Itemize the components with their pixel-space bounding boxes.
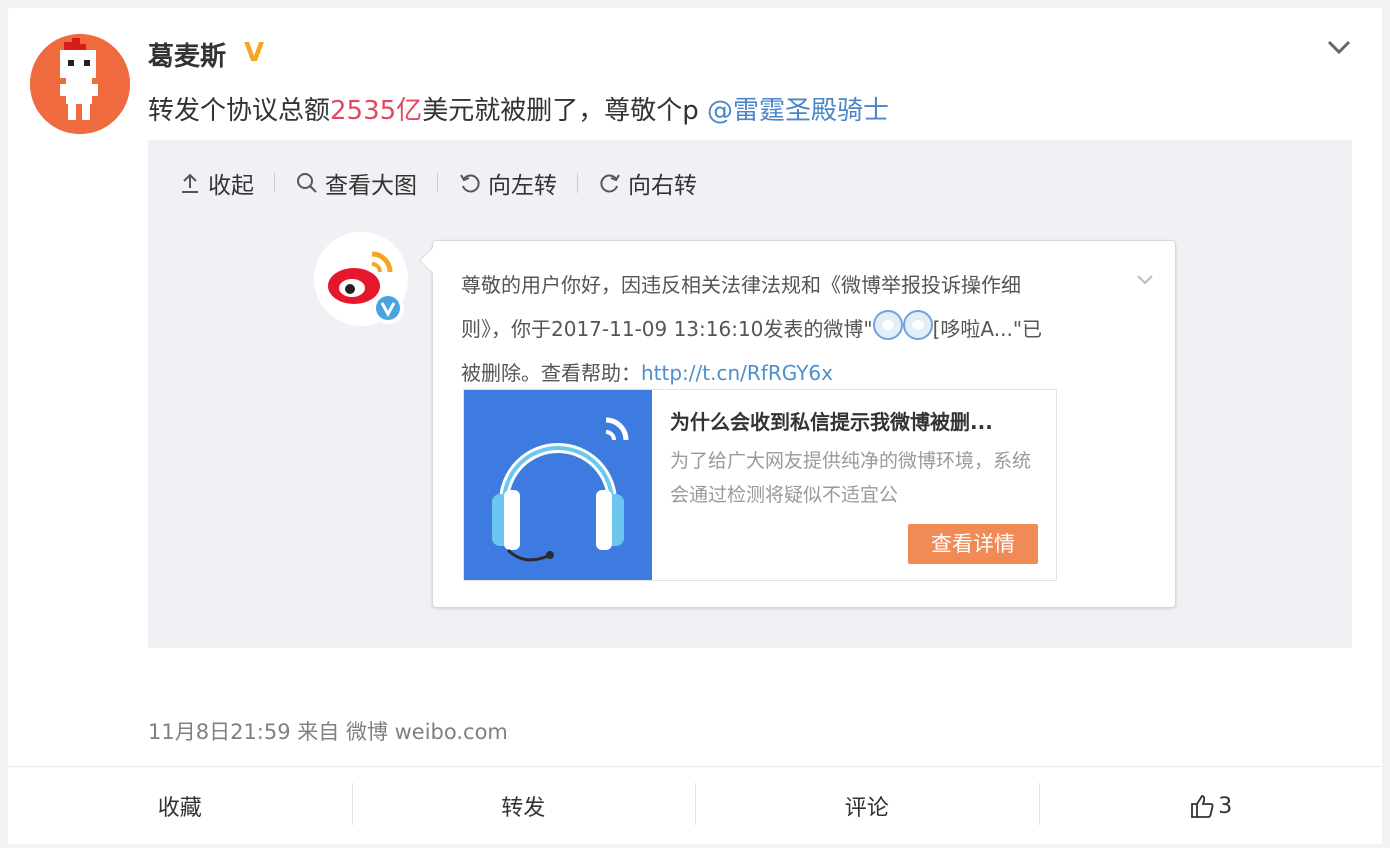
rotate-right-button[interactable]: 向右转 [598, 166, 697, 200]
chevron-down-icon [1137, 275, 1153, 285]
card-thumbnail [464, 390, 652, 580]
help-link-card: 为什么会收到私信提示我微博被删... 为了给广大网友提供纯净的微博环境，系统会通… [463, 389, 1057, 581]
message-bubble: 尊敬的用户你好，因违反相关法律法规和《微博举报投诉操作细 则》，你于2017-1… [419, 240, 1176, 608]
like-count: 3 [1218, 793, 1233, 819]
image-toolbar: 收起 查看大图 向左转 向右转 [178, 166, 697, 200]
help-link: http://t.cn/RfRGY6x [641, 361, 833, 385]
amount-highlight: 2535亿 [330, 96, 423, 126]
headset-icon [492, 417, 629, 562]
image-viewer: 收起 查看大图 向左转 向右转 尊敬的用户你好，因违反相关法律法规和《微博举报投… [148, 140, 1352, 648]
rotate-left-icon [460, 174, 480, 193]
favorite-label: 收藏 [157, 796, 202, 821]
bubble-tail [419, 247, 446, 274]
post-action-bar: 收藏 转发 评论 3 [8, 766, 1382, 845]
post-text: 转发个协议总额2535亿美元就被删了，尊敬个p @雷霆圣殿骑士 [148, 90, 889, 127]
verified-badge-icon [372, 292, 404, 324]
card-title: 为什么会收到私信提示我微博被删... [670, 410, 993, 434]
card-description: 为了给广大网友提供纯净的微博环境，系统会通过检测将疑似不适宜公 [670, 450, 1032, 506]
collapse-label: 收起 [208, 173, 254, 199]
repost-label: 转发 [501, 796, 546, 821]
vip-badge: V [244, 38, 265, 68]
view-large-label: 查看大图 [325, 173, 417, 199]
notice-line: 尊敬的用户你好，因违反相关法律法规和《微博举报投诉操作细 [461, 273, 1021, 297]
favorite-button[interactable]: 收藏 [8, 767, 352, 845]
repost-button[interactable]: 转发 [351, 767, 696, 845]
rotate-left-label: 向左转 [488, 173, 557, 199]
rotate-right-icon [600, 174, 620, 193]
doraemon-emoji-icon [872, 310, 903, 340]
comment-label: 评论 [844, 796, 889, 821]
rotate-left-button[interactable]: 向左转 [458, 166, 557, 200]
chevron-down-icon[interactable] [1324, 32, 1354, 62]
collapse-button[interactable]: 收起 [178, 166, 254, 200]
deletion-notice-text: 尊敬的用户你好，因违反相关法律法规和《微博举报投诉操作细 则》，你于2017-1… [461, 263, 1111, 395]
comment-button[interactable]: 评论 [695, 767, 1039, 845]
notice-line: 则》，你于2017-11-09 13:16:10发表的微博" [461, 317, 873, 341]
post-timestamp-source[interactable]: 11月8日21:59 来自 微博 weibo.com [148, 716, 508, 746]
divider [274, 173, 275, 193]
upload-arrow-icon [182, 173, 198, 193]
user-avatar[interactable] [30, 34, 130, 134]
like-group: 3 [1188, 792, 1232, 820]
post-text-part: 美元就被删了，尊敬个p [422, 96, 707, 126]
user-mention-link[interactable]: @雷霆圣殿骑士 [707, 96, 889, 126]
doraemon-emoji-icon [902, 310, 933, 340]
divider [437, 173, 438, 193]
thumbs-up-icon [1191, 795, 1214, 818]
weibo-post-card: 葛麦斯 V 转发个协议总额2535亿美元就被删了，尊敬个p @雷霆圣殿骑士 收起 [8, 8, 1382, 844]
view-large-button[interactable]: 查看大图 [295, 166, 417, 200]
notice-line: [哆啦A..."已 [932, 317, 1043, 341]
post-text-part: 转发个协议总额 [148, 96, 331, 126]
like-button[interactable]: 3 [1038, 767, 1383, 845]
rotate-right-label: 向右转 [628, 173, 697, 199]
user-name[interactable]: 葛麦斯 [148, 36, 226, 73]
view-details-button: 查看详情 [908, 524, 1038, 564]
notice-line: 被删除。查看帮助： [461, 361, 641, 385]
divider [577, 173, 578, 193]
pixel-character-icon [30, 34, 130, 134]
search-icon [297, 173, 317, 193]
